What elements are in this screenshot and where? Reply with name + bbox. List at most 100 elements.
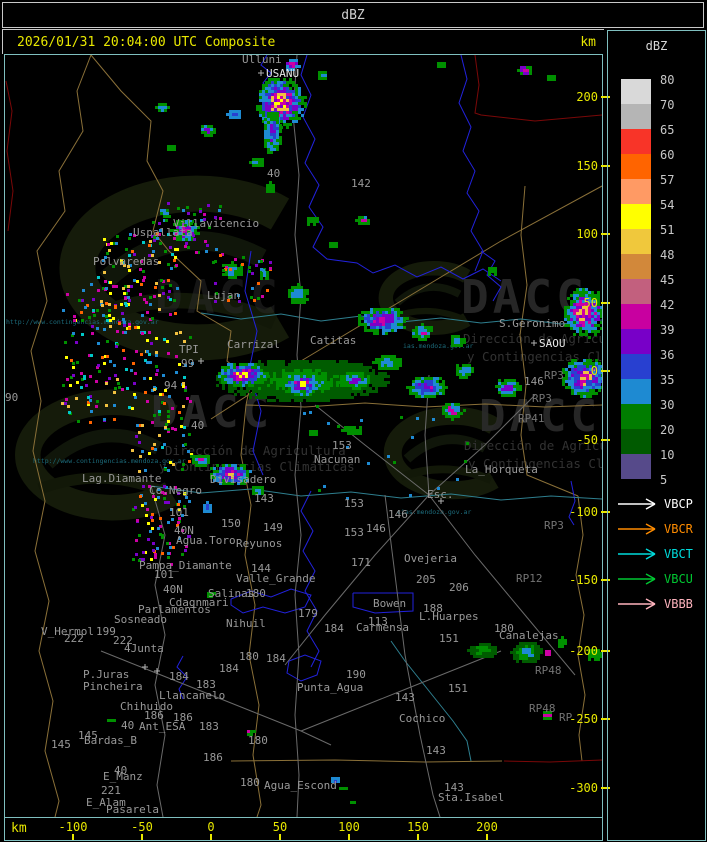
y-tick-label: -200 <box>569 644 598 658</box>
station-marker <box>258 70 264 76</box>
map-label: E_Manz <box>103 770 143 783</box>
map-label: Ant_ESA <box>139 720 186 733</box>
map-label: 142 <box>351 177 371 190</box>
vector-arrow-icon <box>618 498 656 510</box>
map-label: 186 <box>203 751 223 764</box>
map-label: Pincheira <box>83 680 143 693</box>
map-label: 143 <box>395 691 415 704</box>
scale-swatch <box>621 104 651 129</box>
map-label: TPI <box>179 343 199 356</box>
map-label: 94 <box>164 379 178 392</box>
x-axis: km -100 -50 0 50 100 150 200 <box>4 817 603 841</box>
scale-label: 54 <box>660 198 675 212</box>
map-label: 171 <box>351 556 371 569</box>
x-tick-label: 100 <box>338 820 360 834</box>
map-line <box>474 55 602 122</box>
scale-swatch <box>621 379 651 404</box>
map-label: 180 <box>246 587 266 600</box>
map-label: 151 <box>448 682 468 695</box>
vector-arrow-icon <box>618 523 656 535</box>
x-tick-label: -100 <box>58 820 88 834</box>
map-label: SAOU <box>539 337 566 350</box>
x-tick-label: 0 <box>207 820 215 834</box>
map-label: 145 <box>51 738 71 751</box>
map-label: S.Geronimo <box>499 317 565 330</box>
legend-title: dBZ <box>645 39 668 53</box>
map-label: Esc. <box>427 488 454 501</box>
scale-label: 80 <box>660 73 675 87</box>
map-label: 222 <box>64 632 84 645</box>
scale-swatch <box>621 79 651 104</box>
radar-map-canvas: DACCDACCDACCDACCDirección de Agricultura… <box>5 55 602 817</box>
x-tick-mark <box>72 834 74 840</box>
map-label: Pampa_Diamante <box>139 559 232 572</box>
map-label: RP41 <box>518 412 545 425</box>
y-tick-label: -300 <box>569 781 598 795</box>
map-line <box>458 55 484 272</box>
map-label: Agua_Escond <box>264 779 337 792</box>
map-label: 101 <box>154 568 174 581</box>
map-label: 153 <box>332 439 352 452</box>
map-label: Bowen <box>373 597 406 610</box>
map-label: Divisadero <box>210 473 276 486</box>
scale-label: 5 <box>660 473 668 487</box>
url-watermark: http://www.contingencias.mendoza.gov.ar <box>33 457 186 465</box>
map-label: Catitas <box>310 334 356 347</box>
x-tick-mark <box>348 834 350 840</box>
scale-label: 65 <box>660 123 675 137</box>
scale-label: 10 <box>660 448 675 462</box>
scale-swatch <box>621 179 651 204</box>
radar-map[interactable]: DACCDACCDACCDACCDirección de Agricultura… <box>4 54 603 818</box>
map-label: Co.Negro <box>149 484 202 497</box>
y-tick-label: -250 <box>569 712 598 726</box>
scale-swatch <box>621 254 651 279</box>
map-label: RP48 <box>529 702 556 715</box>
scale-label: 42 <box>660 298 675 312</box>
y-tick-label: 200 <box>576 90 598 104</box>
url-watermark: cias.mendoza.gov.ar <box>397 508 471 516</box>
map-line <box>292 55 302 817</box>
x-tick-label: 200 <box>476 820 498 834</box>
map-label: Valle_Grande <box>236 572 315 585</box>
scale-label: 30 <box>660 398 675 412</box>
map-line <box>230 759 503 763</box>
map-label: Uspallata <box>133 226 193 239</box>
scale-swatch <box>621 229 651 254</box>
map-line <box>150 485 602 501</box>
legend-panel: dBZ 80 70 65 60 57 54 51 48 45 42 39 36 35 30 20 10 5 VB… <box>607 30 706 841</box>
vector-label: VBCT <box>664 547 693 561</box>
vector-arrow-icon <box>618 573 656 585</box>
map-label: 153 <box>344 497 364 510</box>
map-label: Canalejas <box>499 629 559 642</box>
y-tick-label: 0 <box>590 364 598 378</box>
map-line <box>384 494 441 817</box>
map-label: Pasarela <box>106 803 159 816</box>
x-tick-label: 50 <box>272 820 288 834</box>
vector-label: VBBB <box>664 597 693 611</box>
map-label: 180 <box>248 734 268 747</box>
x-tick-mark <box>417 834 419 840</box>
map-line <box>5 80 14 232</box>
y-tick-label: -150 <box>569 573 598 587</box>
x-tick-mark <box>279 834 281 840</box>
map-label: La_Horqueta <box>465 463 538 476</box>
scale-swatch <box>621 279 651 304</box>
map-label: 40 <box>191 419 204 432</box>
map-label: RP12 <box>516 572 543 585</box>
map-label: Sta.Isabel <box>438 791 504 804</box>
y-axis-unit: km <box>580 34 596 50</box>
map-line <box>286 654 322 682</box>
radar-app: { "header": { "title": "dBZ", "timestamp… <box>0 0 707 842</box>
map-label: RP48 <box>535 664 562 677</box>
map-label: 149 <box>263 521 283 534</box>
vector-label: VBCP <box>664 497 693 511</box>
map-label: 184 <box>324 622 344 635</box>
scale-swatch <box>621 204 651 229</box>
y-tick-label: -50 <box>576 433 598 447</box>
map-label: 99 <box>181 357 194 370</box>
map-label: 150 <box>221 517 241 530</box>
map-label: Carmensa <box>356 621 409 634</box>
map-label: RP3 <box>532 392 552 405</box>
map-label: 143 <box>254 492 274 505</box>
map-label: Reyunos <box>236 537 282 550</box>
